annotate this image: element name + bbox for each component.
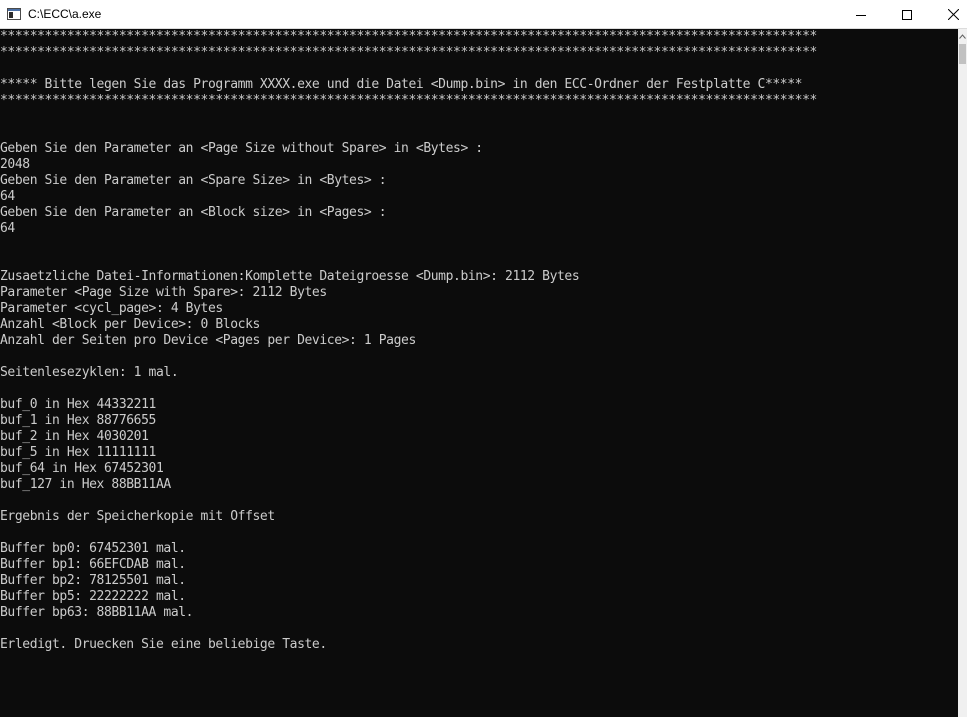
console-line: Geben Sie den Parameter an <Block size> …	[0, 205, 387, 220]
scroll-up-arrow-icon	[959, 33, 966, 39]
minimize-button[interactable]	[838, 0, 884, 29]
console-line: Parameter <Page Size with Spare>: 2112 B…	[0, 285, 327, 300]
maximize-icon	[902, 9, 912, 20]
console-line: buf_1 in Hex 88776655	[0, 413, 156, 428]
console-app-icon	[7, 8, 21, 20]
console-line: Buffer bp63: 88BB11AA mal.	[0, 605, 194, 620]
console-line: Buffer bp0: 67452301 mal.	[0, 541, 186, 556]
console-line: 64	[0, 221, 15, 236]
console-line: Geben Sie den Parameter an <Page Size wi…	[0, 141, 483, 156]
console-line: buf_64 in Hex 67452301	[0, 461, 164, 476]
console-line: buf_0 in Hex 44332211	[0, 397, 156, 412]
console-line: buf_5 in Hex 11111111	[0, 445, 156, 460]
scroll-thumb[interactable]	[959, 44, 966, 64]
minimize-icon	[856, 14, 866, 16]
console-line: Buffer bp1: 66EFCDAB mal.	[0, 557, 186, 572]
maximize-button[interactable]	[884, 0, 930, 29]
console-line: buf_2 in Hex 4030201	[0, 429, 149, 444]
console-line: Buffer bp5: 22222222 mal.	[0, 589, 186, 604]
title-bar[interactable]: C:\ECC\a.exe	[0, 0, 967, 29]
window-title: C:\ECC\a.exe	[28, 7, 102, 21]
console-line: 2048	[0, 157, 30, 172]
close-button[interactable]	[930, 0, 967, 29]
console-line: Parameter <cycl_page>: 4 Bytes	[0, 301, 223, 316]
console-line: Anzahl der Seiten pro Device <Pages per …	[0, 333, 416, 348]
scroll-up-button[interactable]	[958, 29, 967, 43]
console-line: Erledigt. Druecken Sie eine beliebige Ta…	[0, 637, 327, 652]
console-line: 64	[0, 189, 15, 204]
console-line: Zusaetzliche Datei-Informationen:Komplet…	[0, 269, 580, 284]
console-line: Buffer bp2: 78125501 mal.	[0, 573, 186, 588]
console-line: Anzahl <Block per Device>: 0 Blocks	[0, 317, 260, 332]
console-line: Ergebnis der Speicherkopie mit Offset	[0, 509, 275, 524]
console-line: Geben Sie den Parameter an <Spare Size> …	[0, 173, 387, 188]
console-output[interactable]: ****************************************…	[0, 29, 958, 717]
console-window: C:\ECC\a.exe ***************************…	[0, 0, 967, 717]
console-line: ****************************************…	[0, 29, 817, 44]
console-text: ****************************************…	[0, 29, 817, 653]
close-icon	[947, 9, 959, 20]
vertical-scrollbar[interactable]	[958, 29, 967, 717]
console-line: buf_127 in Hex 88BB11AA	[0, 477, 171, 492]
console-line: Seitenlesezyklen: 1 mal.	[0, 365, 179, 380]
console-line: ****************************************…	[0, 45, 817, 60]
console-line: ****************************************…	[0, 93, 817, 108]
console-line: ***** Bitte legen Sie das Programm XXXX.…	[0, 77, 803, 92]
